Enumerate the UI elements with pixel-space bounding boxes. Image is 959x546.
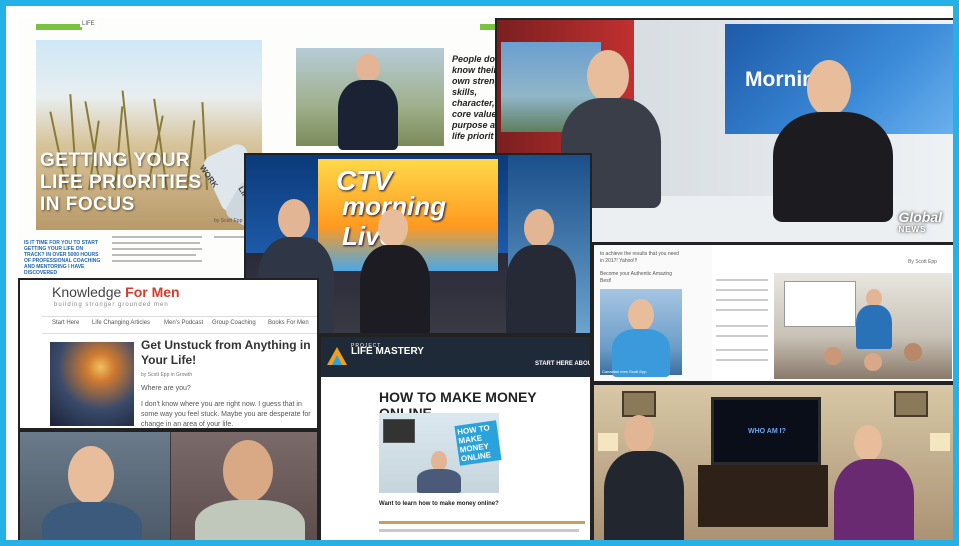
mountain-logo-icon: [327, 347, 347, 365]
video-call: Skype Video: [18, 430, 319, 546]
section-bar: LIFE: [36, 21, 97, 30]
site-nav: Start Here Life Changing Articles Men's …: [42, 316, 317, 334]
nav-group-coaching[interactable]: Group Coaching: [212, 320, 256, 326]
blog-right-column: By Scott Epp: [712, 245, 953, 381]
pull-quote: People don know their own streng skills,…: [452, 54, 496, 141]
site-logo[interactable]: Knowledge For Men: [52, 284, 180, 300]
global-news-logo: Global NEWS: [898, 209, 942, 234]
video-participant-2: [171, 432, 317, 540]
video-participant-1: Skype Video: [20, 432, 170, 546]
seminar-photo: [774, 273, 952, 379]
site-tagline: building stronger grounded men: [54, 302, 169, 308]
section-bar-right: [480, 24, 496, 30]
nav-mens-podcast[interactable]: Men's Podcast: [164, 320, 203, 326]
blog-byline: By Scott Epp: [908, 259, 937, 265]
video-title: HOW TO MAKE MONEY ONLINE: [454, 420, 502, 466]
video-thumbnail[interactable]: HOW TO MAKE MONEY ONLINE: [379, 413, 502, 493]
speaker-photo: [296, 48, 444, 150]
site-nav[interactable]: START HERE ABOU: [535, 361, 590, 367]
seminar-blog: to achieve the results that you need in …: [592, 243, 953, 383]
nav-life-changing-articles[interactable]: Life Changing Articles: [92, 320, 150, 326]
blog-left-column: to achieve the results that you need in …: [594, 245, 713, 381]
television: WHO AM I?: [711, 397, 821, 465]
knowledge-for-men-page: Knowledge For Men building stronger grou…: [18, 278, 319, 430]
section-label: LIFE: [80, 21, 97, 27]
profile-photo: [600, 289, 682, 377]
article-image: [50, 342, 134, 426]
video-tag: Skype Video: [26, 540, 54, 546]
nav-start-here[interactable]: Start Here: [52, 320, 79, 326]
project-life-mastery-page: PROJECT LIFE MASTERY START HERE ABOU HOW …: [319, 335, 592, 540]
monitor-icon: [383, 419, 415, 443]
lamp-left: [598, 433, 618, 451]
post-question: Want to learn how to make money online?: [379, 501, 499, 507]
article-paragraph-2: I don't know where you are right now. I …: [141, 401, 311, 428]
tv-interview: WHO AM I?: [592, 383, 953, 540]
wall-frame-2: [894, 391, 928, 417]
magazine-byline: by Scott Epp: [214, 218, 243, 224]
wall-frame: [622, 391, 656, 417]
article-title[interactable]: Get Unstuck from Anything in Your Life!: [141, 338, 317, 368]
collage-frame: LIFE WORK LIFE GETTING YOUR LIFE PRIORIT…: [0, 0, 959, 546]
site-header: PROJECT LIFE MASTERY START HERE ABOU: [321, 337, 590, 377]
tv-stand: [698, 465, 828, 527]
photo-caption: Canadian men Scott Epp: [602, 369, 647, 374]
magazine-intro: IS IT TIME FOR YOU TO START GETTING YOUR…: [24, 240, 101, 276]
projection-screen: [784, 281, 856, 327]
tv-screen-text: WHO AM I?: [748, 428, 786, 435]
magazine-headline: GETTING YOUR LIFE PRIORITIES IN FOCUS: [40, 150, 202, 215]
nav-books-for-men[interactable]: Books For Men: [268, 320, 309, 326]
article-paragraph-1: Where are you?: [141, 385, 191, 392]
site-logo[interactable]: PROJECT LIFE MASTERY: [351, 343, 424, 357]
lamp-right: [930, 433, 950, 451]
article-byline: by Scott Epp in Growth: [141, 372, 193, 378]
